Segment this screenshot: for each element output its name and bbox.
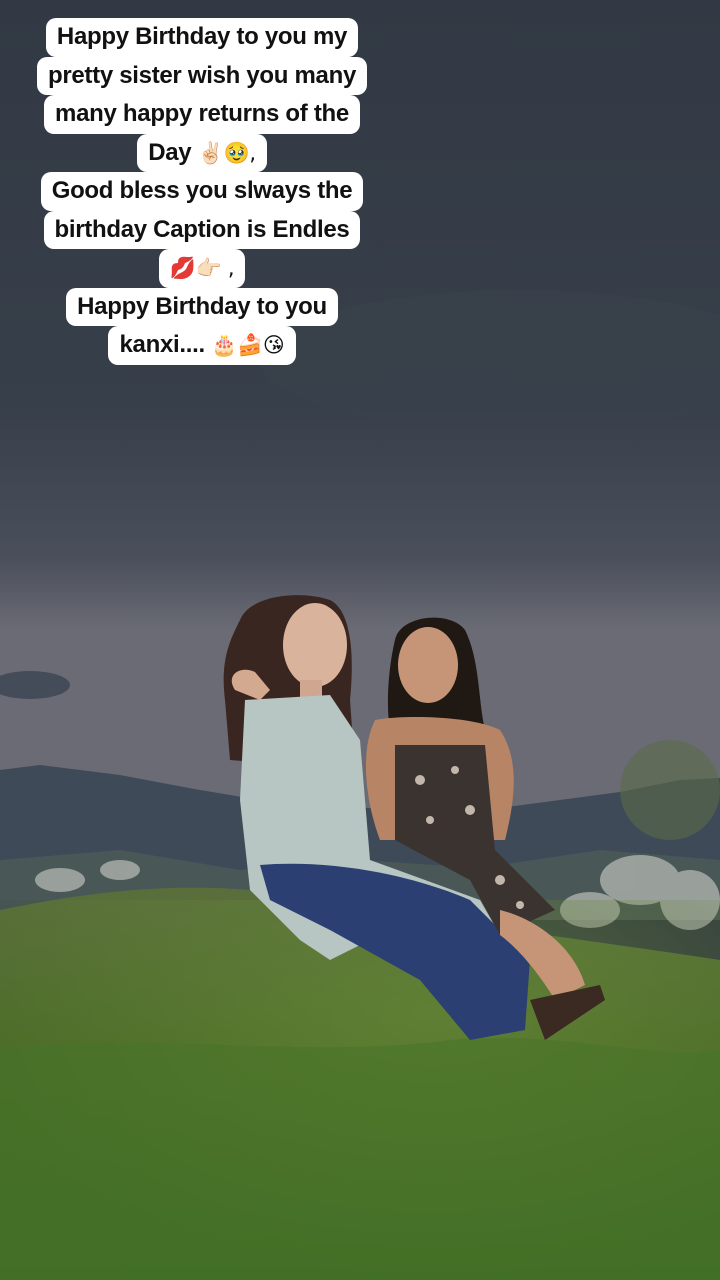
caption-line-2: pretty sister wish you many [36,56,367,95]
tree [620,740,720,840]
caption-line-3: many happy returns of the [44,95,360,134]
grass-texture [0,1037,720,1280]
caption-line-6: birthday Caption is Endles [43,210,361,249]
birthday-caption: Happy Birthday to you my pretty sister w… [0,18,404,365]
caption-line-4: Day ✌🏻🥹, [137,133,267,172]
caption-line-1: Happy Birthday to you my [45,18,359,57]
caption-line-7: 💋👉🏻 , [158,249,246,288]
victory-emoji-icon: ✌🏻🥹, [197,140,256,165]
caption-line-9: kanxi.... 🎂🍰😘 [108,326,296,365]
caption-line-8: Happy Birthday to you [66,287,338,326]
cake-emoji-icon: 🎂🍰😘 [211,333,285,357]
caption-line-5: Good bless you slways the [40,172,364,211]
kiss-pointing-emoji-icon: 💋👉🏻 , [169,256,235,280]
